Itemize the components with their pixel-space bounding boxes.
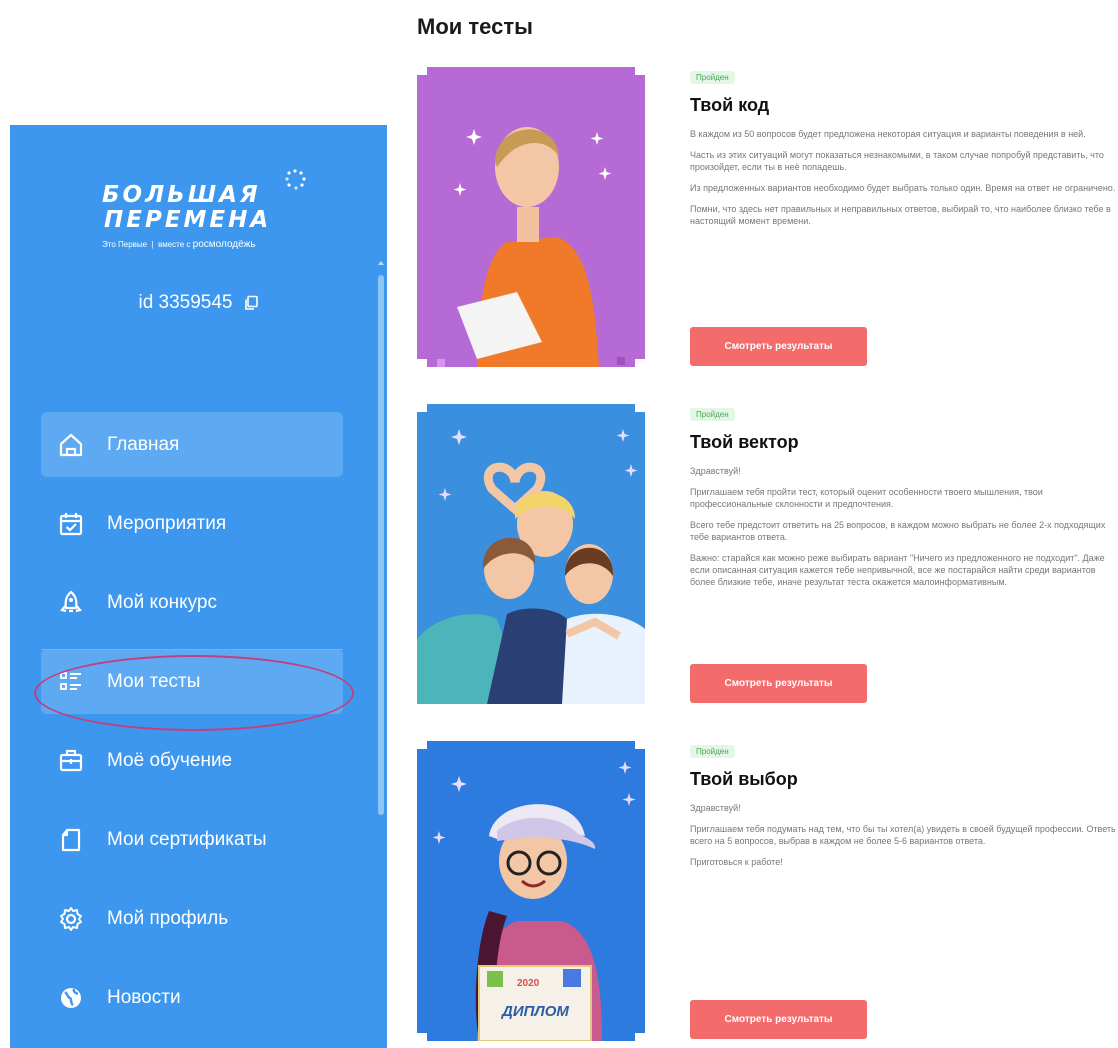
sidebar-item-home[interactable]: Главная [41,412,343,477]
sidebar-item-label: Мероприятия [107,512,227,534]
sidebar-item-label: Мой профиль [107,907,229,929]
logo-dots-icon [285,169,306,190]
status-badge: Пройден [690,745,735,758]
test-image-vector [417,404,645,704]
test-content: Пройден Твой выбор Здравствуй! Приглашае… [690,741,1118,877]
test-title: Твой выбор [690,769,798,789]
logo-sub-left: Это Первые [102,240,148,249]
sidebar-nav: Главная Мероприятия Мой конкурс Мои тест… [41,412,343,1044]
sidebar-item-label: Мои тесты [107,670,201,692]
view-results-button[interactable]: Смотреть результаты [690,664,867,703]
sidebar-item-contest[interactable]: Мой конкурс [41,570,343,635]
sidebar-item-label: Главная [107,433,180,455]
logo-line-1: БОЛЬШАЯ [102,182,261,208]
test-description: Из предложенных вариантов необходимо буд… [690,183,1116,193]
test-image-code [417,67,645,367]
user-id-text: id 3359545 [138,292,233,313]
sidebar-item-my-tests[interactable]: Мои тесты [41,649,343,714]
sidebar-item-label: Мой конкурс [107,591,217,613]
rocket-icon [57,589,85,617]
test-content: Пройден Твой вектор Здравствуй! Приглаша… [690,404,1118,597]
test-content: Пройден Твой код В каждом из 50 вопросов… [690,67,1118,236]
home-icon [57,431,85,459]
sidebar-item-certificates[interactable]: Мои сертификаты [41,807,343,872]
sidebar: БОЛЬШАЯ ПЕРЕМЕНА Это Первые | вместе с р… [10,125,387,1048]
briefcase-icon [57,747,85,775]
test-description: Здравствуй! [690,803,741,813]
test-card-code: Пройден Твой код В каждом из 50 вопросов… [417,67,1117,367]
document-icon [57,826,85,854]
calendar-check-icon [57,510,85,538]
test-description: В каждом из 50 вопросов будет предложена… [690,129,1086,139]
scroll-up-arrow-icon[interactable] [377,259,385,267]
logo-line-2: ПЕРЕМЕНА [104,207,272,233]
view-results-button[interactable]: Смотреть результаты [690,1000,867,1039]
test-description: Приглашаем тебя подумать над тем, что бы… [690,824,1116,846]
sidebar-item-events[interactable]: Мероприятия [41,491,343,556]
page-title: Мои тесты [417,14,533,39]
test-description: Важно: старайся как можно реже выбирать … [690,553,1105,587]
test-card-vector: Пройден Твой вектор Здравствуй! Приглаша… [417,404,1117,704]
test-description: Приготовься к работе! [690,857,783,867]
diploma-text: ДИПЛОМ [500,1003,569,1020]
sidebar-item-news[interactable]: Новости [41,965,343,1030]
sidebar-divider [41,649,343,650]
test-description: Здравствуй! [690,466,741,476]
sidebar-item-learning[interactable]: Моё обучение [41,728,343,793]
test-description: Часть из этих ситуаций могут показаться … [690,150,1104,172]
logo-subtitle: Это Первые | вместе с росмолодёжь [102,239,256,250]
diploma-year: 2020 [517,978,540,989]
test-title: Твой вектор [690,432,799,452]
sidebar-item-label: Новости [107,986,181,1008]
copy-icon[interactable] [243,295,259,311]
gear-icon [57,905,85,933]
sidebar-item-label: Моё обучение [107,749,233,771]
user-id: id 3359545 [10,292,387,314]
sidebar-item-profile[interactable]: Мой профиль [41,886,343,951]
status-badge: Пройден [690,408,735,421]
list-icon [57,668,85,696]
logo-sub-brand: росмолодёжь [192,239,256,250]
globe-icon [57,984,85,1012]
test-image-choice: 2020 ДИПЛОМ [417,741,645,1041]
test-description: Приглашаем тебя пройти тест, который оце… [690,487,1043,509]
test-title: Твой код [690,95,770,115]
view-results-button[interactable]: Смотреть результаты [690,327,867,366]
sidebar-scrollbar-thumb[interactable] [378,275,384,815]
logo[interactable]: БОЛЬШАЯ ПЕРЕМЕНА Это Первые | вместе с р… [102,169,306,263]
logo-sub-right: вместе с [158,240,191,249]
test-description: Помни, что здесь нет правильных и неправ… [690,204,1111,226]
test-card-choice: 2020 ДИПЛОМ Пройден Твой выбор Здравству… [417,741,1117,1041]
status-badge: Пройден [690,71,735,84]
sidebar-item-label: Мои сертификаты [107,828,267,850]
test-description: Всего тебе предстоит ответить на 25 вопр… [690,520,1106,542]
